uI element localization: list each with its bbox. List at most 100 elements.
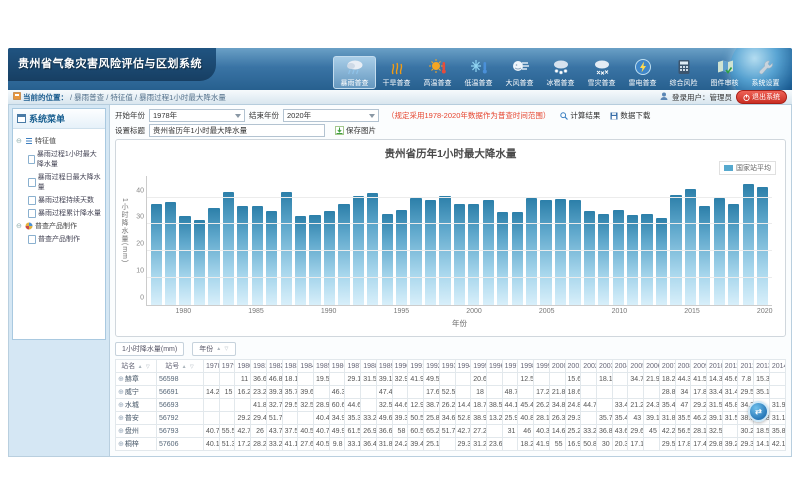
- download-button[interactable]: 数据下载: [610, 110, 650, 121]
- station-name-cell: ⊕普安: [116, 412, 157, 425]
- value-cell: 32.9: [392, 373, 408, 386]
- value-cell: 33.4: [707, 386, 723, 399]
- tree-item-hourly-max-precip[interactable]: 暴雨过程1小时最大降水量: [28, 149, 103, 169]
- chart-bar-2009: [598, 214, 609, 305]
- value-cell: 43.7: [266, 425, 282, 438]
- station-name-cell: ⊕水城: [116, 399, 157, 412]
- table-row-56793: ⊕盘州5679340.755.542.72643.737.540.540.749…: [116, 425, 786, 438]
- nav-item-rainstorm[interactable]: 暴雨普查: [333, 56, 376, 89]
- value-cell: [219, 412, 235, 425]
- value-cell: 39.6: [298, 386, 314, 399]
- value-cell: 35.4: [659, 399, 675, 412]
- y-axis-tick: 30: [125, 214, 144, 221]
- value-cell: 32.5: [376, 399, 392, 412]
- chart-bar-1986: [266, 211, 277, 305]
- value-cell: [581, 412, 597, 425]
- value-cell: [361, 399, 377, 412]
- year-header-2004: 2004: [612, 360, 628, 373]
- expand-row-icon[interactable]: ⊕: [118, 389, 124, 396]
- rainstorm-icon: [334, 58, 375, 78]
- year-header-2014: 2014: [769, 360, 785, 373]
- station-id-header[interactable]: 站号 ▲ ▽: [157, 360, 204, 373]
- nav-item-map-review[interactable]: 图件审核: [704, 56, 745, 89]
- x-axis-title: 年份: [452, 318, 467, 329]
- gridline: [147, 277, 772, 278]
- expand-row-icon[interactable]: ⊕: [118, 376, 124, 383]
- year-header-1990: 1990: [392, 360, 408, 373]
- nav-item-low-temp[interactable]: 低温普查: [458, 56, 499, 89]
- tree-item-product-making[interactable]: 普查产品制作: [28, 234, 103, 244]
- tree-item-duration-days[interactable]: 暴雨过程持续天数: [28, 195, 103, 205]
- value-cell: 55.5: [219, 425, 235, 438]
- value-cell: 28.1: [691, 425, 707, 438]
- value-cell: 19.5: [314, 373, 330, 386]
- document-icon: [28, 155, 35, 164]
- start-year-select[interactable]: 1978年: [149, 109, 245, 122]
- value-cell: 15: [219, 386, 235, 399]
- chart-title-input[interactable]: [149, 124, 325, 137]
- tree-item-cumulative-precip[interactable]: 暴雨过程累计降水量: [28, 208, 103, 218]
- value-cell: 35.5: [675, 412, 691, 425]
- chart-bar-1988: [295, 216, 306, 305]
- value-cell: [314, 386, 330, 399]
- expand-row-icon[interactable]: ⊕: [118, 428, 124, 435]
- tree-group-feature-values[interactable]: ⊖ 特征值: [16, 136, 102, 146]
- sort-icons[interactable]: ▲ ▽: [179, 364, 195, 370]
- value-cell: 17.8: [675, 438, 691, 451]
- year-header-2002: 2002: [581, 360, 597, 373]
- save-image-button[interactable]: 保存图片: [335, 125, 376, 136]
- sort-icons[interactable]: ▲ ▽: [135, 364, 151, 370]
- nav-item-lightning[interactable]: 雷电普查: [622, 56, 663, 89]
- floating-sync-button[interactable]: ⇄: [748, 401, 769, 422]
- value-cell: 25.2: [565, 425, 581, 438]
- chart-legend[interactable]: 国家站平均: [719, 161, 776, 175]
- year-header-2010: 2010: [707, 360, 723, 373]
- end-year-select[interactable]: 2020年: [283, 109, 379, 122]
- value-cell: 31.1: [769, 412, 785, 425]
- value-cell: 40.5: [298, 425, 314, 438]
- station-name-header[interactable]: 站名 ▲ ▽: [116, 360, 157, 373]
- value-cell: [439, 373, 455, 386]
- nav-item-drought[interactable]: 干旱普查: [376, 56, 417, 89]
- value-cell: 9.8: [329, 438, 345, 451]
- value-cell: [581, 386, 597, 399]
- x-axis-tick: 2015: [684, 308, 700, 315]
- tree-item-daily-max-precip[interactable]: 暴雨过程日最大降水量: [28, 172, 103, 192]
- value-cell: 15.3: [754, 373, 770, 386]
- year-header-1989: 1989: [376, 360, 392, 373]
- year-header-2008: 2008: [675, 360, 691, 373]
- value-cell: 44.1: [502, 399, 518, 412]
- collapse-icon[interactable]: ⊖: [16, 137, 23, 145]
- main-nav: 暴雨普查 干旱普查 高温普查 低温普查 大风普查: [333, 56, 786, 89]
- nav-item-snow[interactable]: 雪灾普查: [581, 56, 622, 89]
- year-header-2005: 2005: [628, 360, 644, 373]
- nav-item-hail[interactable]: 冰雹普查: [540, 56, 581, 89]
- chart-title-label: 设置标题: [115, 125, 145, 136]
- chart-bar-1994: [382, 214, 393, 305]
- nav-item-wind[interactable]: 大风普查: [499, 56, 540, 89]
- value-field-chip[interactable]: 1小时降水量(mm): [115, 342, 184, 356]
- expand-row-icon[interactable]: ⊕: [118, 402, 124, 409]
- nav-item-risk[interactable]: 综合风险: [663, 56, 704, 89]
- calculate-button[interactable]: 计算结果: [560, 110, 600, 121]
- tree-group-product-making[interactable]: ⊖ 普查产品制作: [16, 221, 102, 231]
- gridline: [147, 223, 772, 224]
- collapse-icon[interactable]: ⊖: [16, 222, 23, 230]
- value-cell: 34.7: [628, 373, 644, 386]
- value-cell: 18.2: [518, 438, 534, 451]
- logout-button[interactable]: 退出系统: [736, 90, 787, 104]
- value-cell: 41.1: [282, 438, 298, 451]
- nav-item-settings[interactable]: 系统设置: [745, 56, 786, 89]
- value-cell: 37.5: [282, 425, 298, 438]
- column-field-chip[interactable]: 年份 ▲ ▽: [192, 342, 236, 356]
- chart-bar-1987: [281, 192, 292, 305]
- value-cell: 29.3: [738, 438, 754, 451]
- expand-row-icon[interactable]: ⊕: [118, 441, 124, 448]
- value-cell: 28.9: [314, 399, 330, 412]
- value-cell: 39.3: [392, 412, 408, 425]
- chart-bar-1990: [324, 211, 335, 305]
- expand-row-icon[interactable]: ⊕: [118, 415, 124, 422]
- year-header-2001: 2001: [565, 360, 581, 373]
- value-cell: 51.7: [439, 425, 455, 438]
- nav-item-high-temp[interactable]: 高温普查: [417, 56, 458, 89]
